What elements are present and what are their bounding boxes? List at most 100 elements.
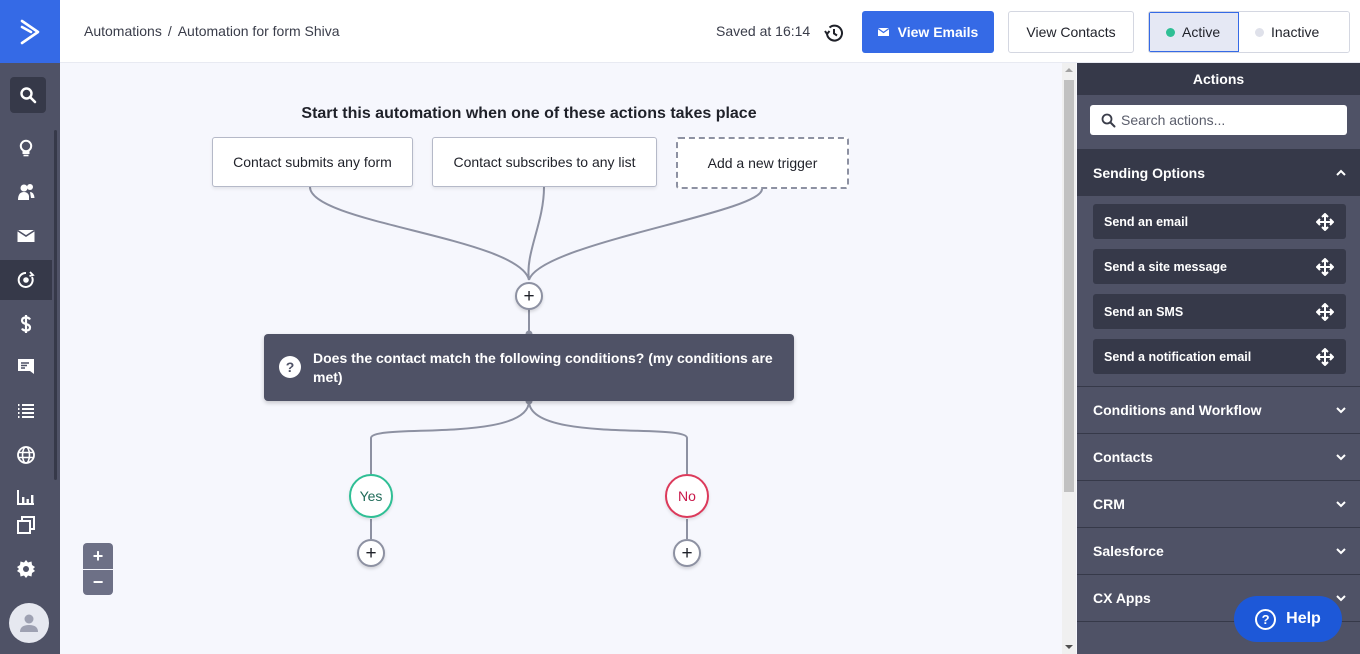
nav-item-automations[interactable]	[0, 260, 52, 300]
envelope-icon	[877, 27, 889, 36]
view-emails-label: View Emails	[897, 24, 979, 40]
section-label: Contacts	[1093, 449, 1153, 465]
logo[interactable]	[0, 0, 60, 63]
breadcrumb-automations-link[interactable]: Automations	[84, 23, 162, 39]
inactive-dot-icon	[1255, 27, 1264, 37]
nav-item-ideas[interactable]	[0, 128, 52, 168]
history-icon[interactable]	[823, 22, 845, 44]
question-icon: ?	[279, 356, 301, 378]
nav-item-conversations[interactable]	[0, 347, 52, 387]
action-send-email[interactable]: Send an email	[1093, 204, 1346, 239]
dollar-icon	[20, 315, 32, 333]
zoom-out-button[interactable]: −	[83, 569, 113, 595]
help-label: Help	[1286, 610, 1321, 627]
section-label: Conditions and Workflow	[1093, 402, 1262, 418]
view-emails-button[interactable]: View Emails	[862, 11, 994, 53]
add-step-button[interactable]: +	[515, 282, 543, 310]
add-step-yes-button[interactable]: +	[357, 539, 385, 567]
nav-item-lists[interactable]	[0, 391, 52, 431]
chevron-down-icon	[1336, 454, 1346, 461]
nav-item-contacts[interactable]	[0, 172, 52, 212]
logo-chevron-icon	[20, 19, 40, 44]
action-send-notification-email[interactable]: Send a notification email	[1093, 339, 1346, 374]
nav-item-settings[interactable]	[0, 549, 52, 589]
breadcrumb-separator: /	[167, 23, 172, 39]
action-label: Send an email	[1104, 214, 1189, 229]
help-question-icon: ?	[1255, 608, 1277, 630]
nav-search[interactable]	[10, 77, 46, 113]
section-sending-options[interactable]: Sending Options	[1077, 149, 1360, 196]
search-icon	[20, 87, 37, 104]
drag-move-icon[interactable]	[1316, 347, 1334, 366]
view-contacts-button[interactable]: View Contacts	[1008, 11, 1134, 53]
chat-icon	[18, 359, 34, 374]
section-contacts[interactable]: Contacts	[1077, 434, 1360, 481]
windows-icon	[17, 516, 35, 534]
list-icon	[18, 404, 34, 418]
scroll-down-arrow-icon[interactable]	[1065, 645, 1073, 649]
status-inactive-option[interactable]: Inactive	[1239, 12, 1349, 52]
section-salesforce[interactable]: Salesforce	[1077, 528, 1360, 575]
condition-node[interactable]: ? Does the contact match the following c…	[264, 334, 794, 401]
section-conditions-workflow[interactable]: Conditions and Workflow	[1077, 387, 1360, 434]
action-label: Send a notification email	[1104, 349, 1252, 364]
drag-move-icon[interactable]	[1316, 257, 1334, 276]
section-label: CRM	[1093, 496, 1125, 512]
breadcrumb-current: Automation for form Shiva	[177, 23, 340, 39]
actions-panel-title: Actions	[1077, 63, 1360, 95]
bar-chart-icon	[17, 490, 34, 505]
nav-item-deals[interactable]	[0, 304, 52, 344]
chevron-up-icon	[1336, 169, 1346, 176]
breadcrumb: Automations / Automation for form Shiva	[84, 23, 340, 39]
action-send-site-message[interactable]: Send a site message	[1093, 249, 1346, 284]
condition-text: Does the contact match the following con…	[313, 350, 773, 385]
avatar[interactable]	[9, 603, 49, 643]
status-inactive-label: Inactive	[1271, 24, 1320, 40]
start-title: Start this automation when one of these …	[301, 105, 757, 122]
nav-item-website[interactable]	[0, 435, 52, 475]
connector-trigger-3	[528, 188, 763, 281]
trigger-submits-form[interactable]: Contact submits any form	[212, 137, 413, 187]
user-icon	[20, 614, 38, 632]
actions-panel: Actions Sending Options Send an email Se…	[1077, 63, 1360, 654]
sending-options-list: Send an email Send a site message Send a…	[1077, 196, 1360, 387]
saved-status: Saved at 16:14	[716, 23, 811, 39]
chevron-down-icon	[1336, 407, 1346, 414]
nav-item-campaigns[interactable]	[0, 216, 52, 256]
trigger-subscribes-list[interactable]: Contact subscribes to any list	[432, 137, 657, 187]
canvas-scrollbar[interactable]	[1062, 63, 1076, 654]
automation-icon	[17, 271, 35, 288]
yes-branch-node[interactable]: Yes	[349, 474, 393, 518]
envelope-icon	[17, 229, 35, 242]
nav-scrollbar[interactable]	[54, 130, 57, 480]
gear-icon	[17, 560, 35, 578]
actions-search	[1077, 95, 1360, 149]
add-step-no-button[interactable]: +	[673, 539, 701, 567]
section-crm[interactable]: CRM	[1077, 481, 1360, 528]
zoom-in-button[interactable]: +	[83, 543, 113, 569]
chevron-down-icon	[1336, 501, 1346, 508]
no-branch-node[interactable]: No	[665, 474, 709, 518]
actions-search-input[interactable]	[1121, 112, 1341, 128]
drag-move-icon[interactable]	[1316, 302, 1334, 321]
action-label: Send an SMS	[1104, 304, 1184, 319]
nav-item-apps[interactable]	[0, 505, 52, 545]
contacts-icon	[18, 184, 35, 200]
left-nav	[0, 0, 60, 654]
active-dot-icon	[1166, 27, 1175, 37]
scroll-up-arrow-icon[interactable]	[1065, 68, 1073, 72]
status-active-option[interactable]: Active	[1149, 12, 1239, 52]
drag-move-icon[interactable]	[1316, 212, 1334, 231]
lightbulb-icon	[19, 139, 33, 157]
add-trigger-button[interactable]: Add a new trigger	[676, 137, 849, 189]
automation-canvas[interactable]: Start this automation when one of these …	[60, 63, 1062, 654]
scroll-thumb[interactable]	[1064, 80, 1074, 492]
app-root: Automations / Automation for form Shiva Sa…	[0, 0, 1360, 654]
connector-trigger-1	[309, 186, 530, 281]
globe-icon	[17, 446, 35, 464]
actions-search-box[interactable]	[1090, 105, 1347, 135]
top-header: Automations / Automation for form Shiva Sa…	[60, 0, 1360, 63]
action-send-sms[interactable]: Send an SMS	[1093, 294, 1346, 329]
connector-to-no	[528, 400, 688, 474]
help-button[interactable]: ? Help	[1234, 596, 1342, 642]
